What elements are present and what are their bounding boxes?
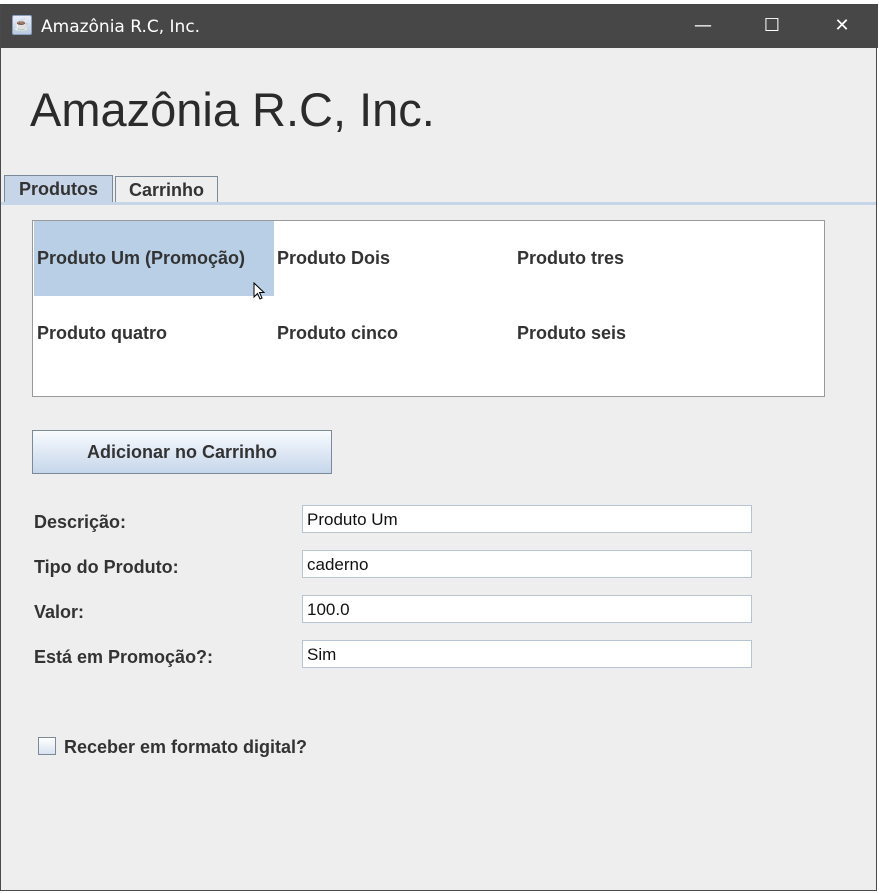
tab-produtos[interactable]: Produtos (4, 175, 113, 203)
close-button[interactable]: ✕ (819, 4, 865, 48)
digital-format-label[interactable]: Receber em formato digital? (64, 737, 307, 758)
product-item[interactable]: Produto quatro (34, 296, 274, 371)
maximize-button[interactable]: ☐ (749, 4, 795, 48)
product-item[interactable]: Produto Um (Promoção) (34, 221, 274, 296)
java-app-icon: ☕ (12, 15, 32, 35)
product-grid: Produto Um (Promoção) Produto Dois Produ… (32, 220, 825, 397)
promocao-label: Está em Promoção?: (34, 647, 214, 667)
tipo-produto-label: Tipo do Produto: (34, 557, 179, 577)
valor-label: Valor: (34, 602, 85, 622)
valor-field[interactable]: 100.0 (302, 595, 752, 623)
title-bar[interactable]: ☕ Amazônia R.C, Inc. — ☐ ✕ (1, 4, 878, 48)
product-item[interactable]: Produto seis (514, 296, 754, 371)
product-item[interactable]: Produto Dois (274, 221, 514, 296)
add-to-cart-button[interactable]: Adicionar no Carrinho (32, 430, 332, 474)
window-title: Amazônia R.C, Inc. (41, 17, 201, 37)
promocao-field[interactable]: Sim (302, 640, 752, 668)
digital-format-checkbox[interactable] (38, 737, 56, 755)
descricao-field[interactable]: Produto Um (302, 505, 752, 533)
descricao-label: Descrição: (34, 512, 127, 532)
app-window: ☕ Amazônia R.C, Inc. — ☐ ✕ Amazônia R.C,… (0, 4, 878, 891)
product-item[interactable]: Produto cinco (274, 296, 514, 371)
minimize-button[interactable]: — (680, 4, 726, 48)
tipo-produto-field[interactable]: caderno (302, 550, 752, 578)
mouse-pointer-icon (253, 282, 266, 300)
page-heading: Amazônia R.C, Inc. (30, 83, 435, 136)
tab-carrinho[interactable]: Carrinho (115, 176, 218, 204)
product-item[interactable]: Produto tres (514, 221, 754, 296)
